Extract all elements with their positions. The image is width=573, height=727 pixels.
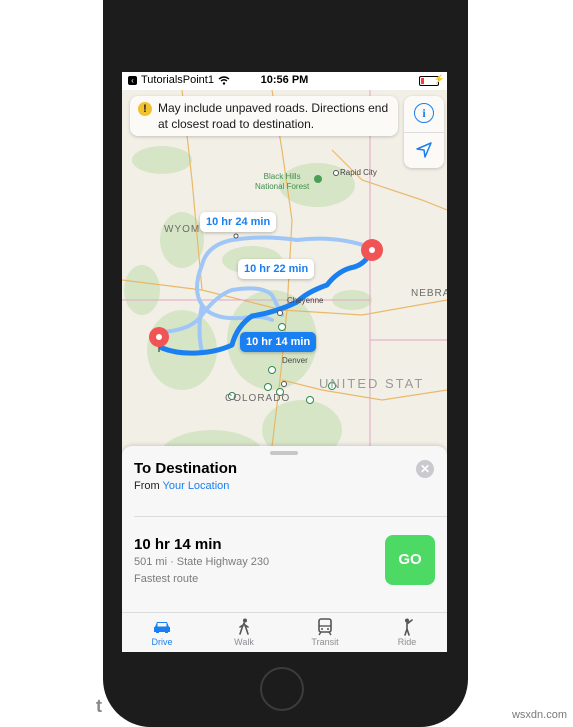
city-dot-denver	[281, 381, 287, 387]
map-label-colorado: COLORADO	[225, 393, 291, 404]
sheet-grabber[interactable]	[270, 451, 298, 455]
transport-tab-bar: Drive Walk Transit Ride	[122, 612, 447, 652]
warning-banner: ! May include unpaved roads. Directions …	[130, 96, 398, 136]
walk-icon	[214, 617, 274, 637]
from-prefix: From	[134, 480, 160, 492]
route-label-main[interactable]: 10 hr 14 min	[240, 332, 317, 352]
map-controls: i	[404, 96, 444, 168]
route-note: Fastest route	[134, 573, 199, 585]
edge-glyph: t	[96, 696, 102, 716]
close-icon[interactable]: ✕	[416, 460, 434, 478]
sheet-divider	[134, 516, 447, 517]
city-dot-small	[233, 233, 239, 239]
highway-shield-icon	[264, 383, 272, 391]
highway-shield-icon	[278, 323, 286, 331]
watermark: wsxdn.com	[511, 709, 567, 721]
tab-transit[interactable]: Transit	[295, 617, 355, 647]
ride-icon	[377, 617, 437, 637]
go-button[interactable]: GO	[385, 535, 435, 585]
tab-ride-label: Ride	[397, 637, 417, 647]
transit-icon	[295, 617, 355, 637]
tab-drive[interactable]: Drive	[132, 617, 192, 647]
highway-shield-icon	[268, 366, 276, 374]
status-bar: ‹ TutorialsPoint1 10:56 PM ⚡	[122, 72, 447, 90]
highway-shield-icon	[306, 396, 314, 404]
city-dot-cheyenne	[277, 310, 283, 316]
map-label-cheyenne: Cheyenne	[287, 296, 324, 305]
warning-icon: !	[138, 102, 152, 116]
tab-walk-label: Walk	[234, 637, 254, 647]
info-icon[interactable]: i	[414, 103, 434, 123]
from-line: From Your Location	[134, 480, 229, 492]
map-label-nebraska: NEBRA	[411, 288, 447, 299]
route-label-alt-2[interactable]: 10 hr 22 min	[238, 259, 315, 279]
phone-screen: ‹ TutorialsPoint1 10:56 PM ⚡ WYOM NEBRA …	[122, 72, 447, 652]
map-label-united-states: UNITED STAT	[319, 376, 425, 391]
city-dot-rapid-city	[333, 170, 339, 176]
phone-top	[103, 0, 468, 60]
car-icon	[132, 617, 192, 637]
charging-icon: ⚡	[433, 74, 445, 84]
tab-transit-label: Transit	[311, 637, 339, 647]
tab-walk[interactable]: Walk	[214, 617, 274, 647]
terrain-patch	[132, 146, 192, 174]
warning-text: May include unpaved roads. Directions en…	[158, 101, 389, 131]
home-button[interactable]	[260, 667, 304, 711]
map-label-denver: Denver	[282, 356, 308, 365]
tab-ride[interactable]: Ride	[377, 617, 437, 647]
map-label-black-hills-1: Black Hills	[263, 172, 301, 181]
map-label-black-hills: Black Hills National Forest	[255, 172, 309, 192]
map-label-black-hills-2: National Forest	[255, 182, 310, 191]
controls-divider	[404, 132, 444, 133]
terrain-patch	[124, 265, 160, 315]
route-label-alt-1[interactable]: 10 hr 24 min	[200, 212, 277, 232]
map-label-rapid-city: Rapid City	[340, 168, 377, 177]
route-details: 501 mi · State Highway 230	[134, 556, 270, 568]
destination-title: To Destination	[134, 460, 238, 477]
map-label-wyoming: WYOM	[164, 224, 201, 235]
tab-drive-label: Drive	[151, 637, 173, 647]
from-location-link[interactable]: Your Location	[163, 480, 230, 492]
location-arrow-icon[interactable]	[415, 141, 433, 159]
destination-pin-icon	[361, 239, 383, 261]
status-time: 10:56 PM	[260, 74, 309, 86]
park-icon	[314, 175, 322, 183]
route-time: 10 hr 14 min	[134, 536, 222, 553]
